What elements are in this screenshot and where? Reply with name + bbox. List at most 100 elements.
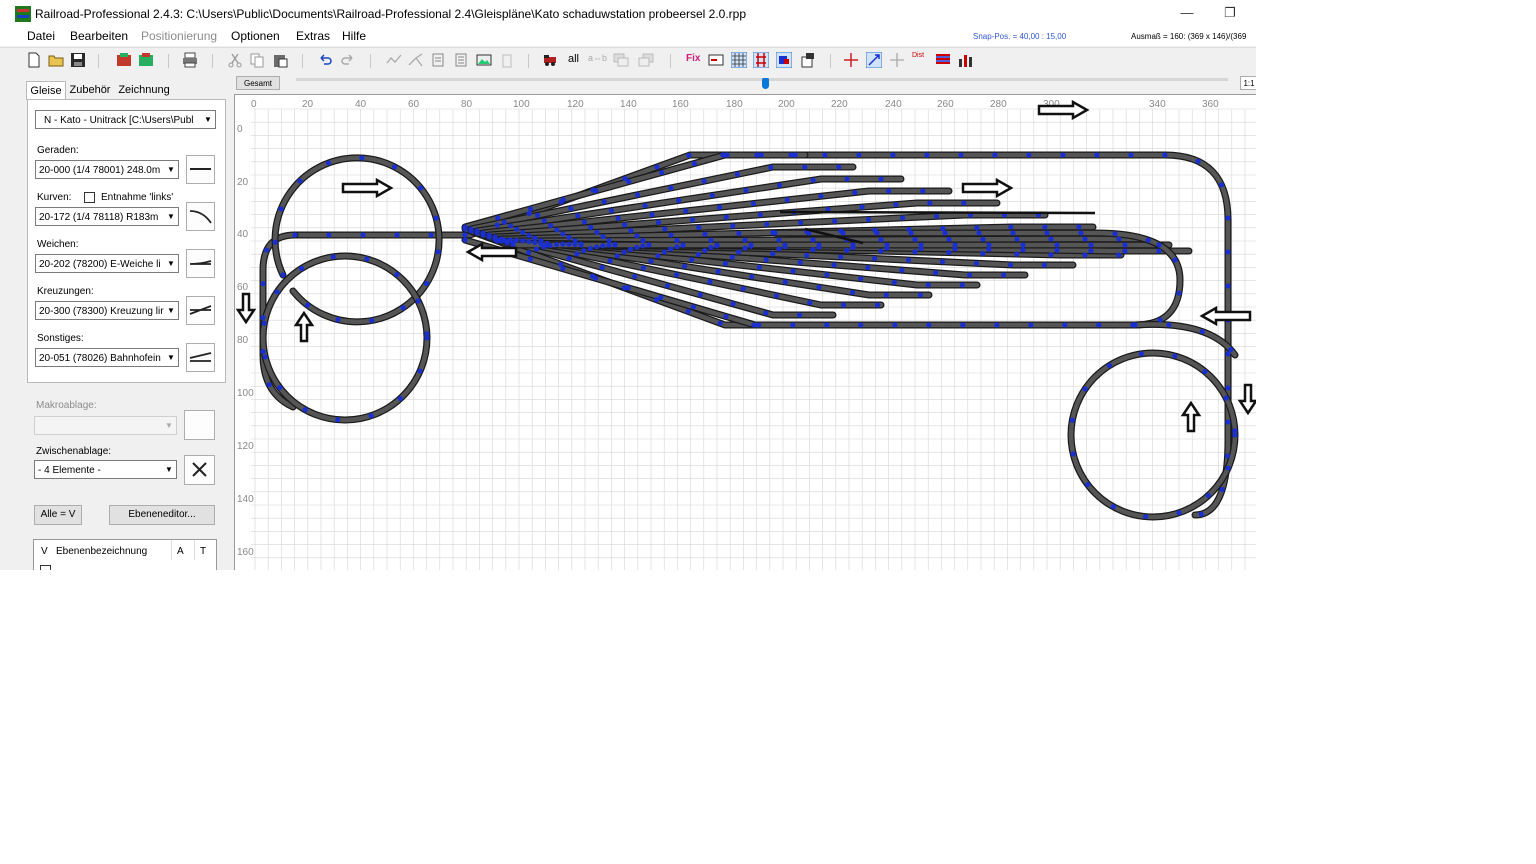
connector-dot (1028, 322, 1034, 328)
menu-positionierung[interactable]: Positionierung (141, 29, 217, 43)
tab-gleise[interactable]: Gleise (26, 81, 66, 100)
turnout-preview-button[interactable] (186, 249, 215, 278)
layer-default-checkbox[interactable] (40, 565, 51, 570)
layer-up-icon[interactable] (613, 52, 629, 68)
zoom-1-1-button[interactable]: 1:1 (1240, 76, 1256, 90)
connector-dot (858, 322, 864, 328)
move-icon[interactable] (889, 52, 905, 68)
title-bar: Railroad-Professional 2.4.3: C:\Users\Pu… (0, 0, 1256, 26)
connector-dot (912, 249, 918, 255)
connect-track-icon[interactable] (386, 52, 402, 68)
weichen-select[interactable]: 20-202 (78200) E-Weiche li ▼ (35, 254, 179, 273)
connector-dot (1225, 351, 1231, 357)
align-icon[interactable] (430, 52, 446, 68)
connector-dot (751, 322, 757, 328)
library-select[interactable]: N - Kato - Unitrack [C:\Users\Publ ▼ (35, 110, 216, 129)
sonstiges-select[interactable]: 20-051 (78026) Bahnhofein ▼ (35, 348, 179, 367)
snap-position: Snap-Pos. = 40,00 : 15,00 (973, 32, 1067, 41)
library-add-icon[interactable] (138, 52, 154, 68)
connector-dot (498, 238, 504, 244)
align-alt-icon[interactable] (453, 52, 469, 68)
connector-dot (822, 152, 828, 158)
connector-dot (1223, 395, 1229, 401)
open-folder-icon[interactable] (48, 52, 64, 68)
other-track-preview-button[interactable] (186, 343, 215, 372)
gesamt-button[interactable]: Gesamt (236, 76, 280, 90)
connector-dot (325, 160, 332, 166)
macro-preview-button[interactable] (184, 410, 215, 440)
copy-icon[interactable] (249, 52, 265, 68)
double-track-icon[interactable] (753, 52, 769, 68)
redo-icon[interactable] (340, 52, 356, 68)
connector-dot (574, 251, 580, 257)
kreuzungen-select[interactable]: 20-300 (78300) Kreuzung lir ▼ (35, 301, 179, 320)
tab-zeichnung[interactable]: Zeichnung (116, 81, 172, 99)
clear-clipboard-button[interactable] (184, 455, 215, 485)
track-plan-canvas[interactable]: 0 20 40 60 80 100 120 140 160 180 200 22… (234, 94, 1256, 570)
statistics-icon[interactable] (958, 52, 974, 68)
ebeneneditor-button[interactable]: Ebeneneditor... (109, 505, 215, 525)
makroablage-select[interactable]: ▼ (34, 416, 177, 435)
menu-datei[interactable]: Datei (27, 29, 55, 43)
connector-dot (664, 283, 671, 289)
tracks[interactable] (259, 151, 1239, 521)
column-divider (194, 540, 195, 560)
arrow-up-icon (1180, 400, 1202, 433)
connector-dot (335, 316, 341, 323)
straight-track-preview-button[interactable] (186, 155, 215, 184)
app-icon (15, 6, 31, 22)
layer-down-icon[interactable] (638, 52, 654, 68)
fix-label[interactable]: Fix (686, 53, 700, 64)
swap-label[interactable]: a⇔b (588, 53, 607, 63)
print-icon[interactable] (182, 52, 198, 68)
select-all-label[interactable]: all (568, 53, 579, 65)
connector-dot (424, 331, 430, 337)
undo-icon[interactable] (317, 52, 333, 68)
image-icon[interactable] (476, 52, 492, 68)
connector-dot (1219, 486, 1225, 493)
menu-bearbeiten[interactable]: Bearbeiten (70, 29, 128, 43)
grid-toggle-icon[interactable] (731, 52, 747, 68)
kurven-select[interactable]: 20-172 (1/4 78118) R183m ▼ (35, 207, 179, 226)
cut-icon[interactable] (227, 52, 243, 68)
branch-track-icon[interactable] (408, 52, 424, 68)
layers-color-icon[interactable] (935, 52, 951, 68)
connector-dot (790, 268, 796, 274)
connector-dot (541, 218, 547, 224)
connector-dot (742, 237, 748, 243)
connector-dot (1232, 428, 1238, 434)
new-file-icon[interactable] (26, 52, 42, 68)
menu-optionen[interactable]: Optionen (231, 29, 280, 43)
alle-v-button[interactable]: Alle = V (34, 505, 82, 525)
connector-dot (1172, 257, 1178, 263)
entnahme-links-checkbox[interactable] (84, 192, 95, 203)
connector-dot (394, 271, 400, 278)
zoom-fit-icon[interactable] (866, 52, 882, 68)
paste-icon[interactable] (272, 52, 288, 68)
zwischenablage-select[interactable]: - 4 Elemente - ▼ (34, 460, 177, 479)
crosshair-icon[interactable] (843, 52, 859, 68)
save-icon[interactable] (70, 52, 86, 68)
connector-dot (527, 206, 534, 212)
connector-dot (1082, 386, 1088, 392)
zoom-slider[interactable] (296, 78, 1228, 89)
geraden-select[interactable]: 20-000 (1/4 78001) 248.0m ▼ (35, 160, 179, 179)
minimize-button[interactable]: — (1172, 2, 1202, 24)
menu-extras[interactable]: Extras (296, 29, 330, 43)
crossing-preview-button[interactable] (186, 296, 215, 325)
library-icon[interactable] (116, 52, 132, 68)
train-icon[interactable] (542, 52, 558, 68)
tab-zubehoer[interactable]: Zubehör (66, 81, 114, 99)
label-icon[interactable] (708, 52, 724, 68)
delete-icon[interactable] (499, 52, 515, 68)
zoom-slider-thumb[interactable] (762, 78, 769, 89)
curve-track-preview-button[interactable] (186, 202, 215, 231)
fill-icon[interactable] (776, 52, 792, 68)
x-tick: 340 (1149, 99, 1166, 110)
properties-icon[interactable] (800, 52, 816, 68)
menu-hilfe[interactable]: Hilfe (342, 29, 366, 43)
track-plan-drawing[interactable]: 0 20 40 60 80 100 120 140 160 180 200 22… (235, 95, 1256, 570)
restore-button[interactable]: ❐ (1215, 2, 1245, 24)
connector-dot (674, 272, 680, 278)
distance-label[interactable]: Dist (912, 52, 924, 59)
